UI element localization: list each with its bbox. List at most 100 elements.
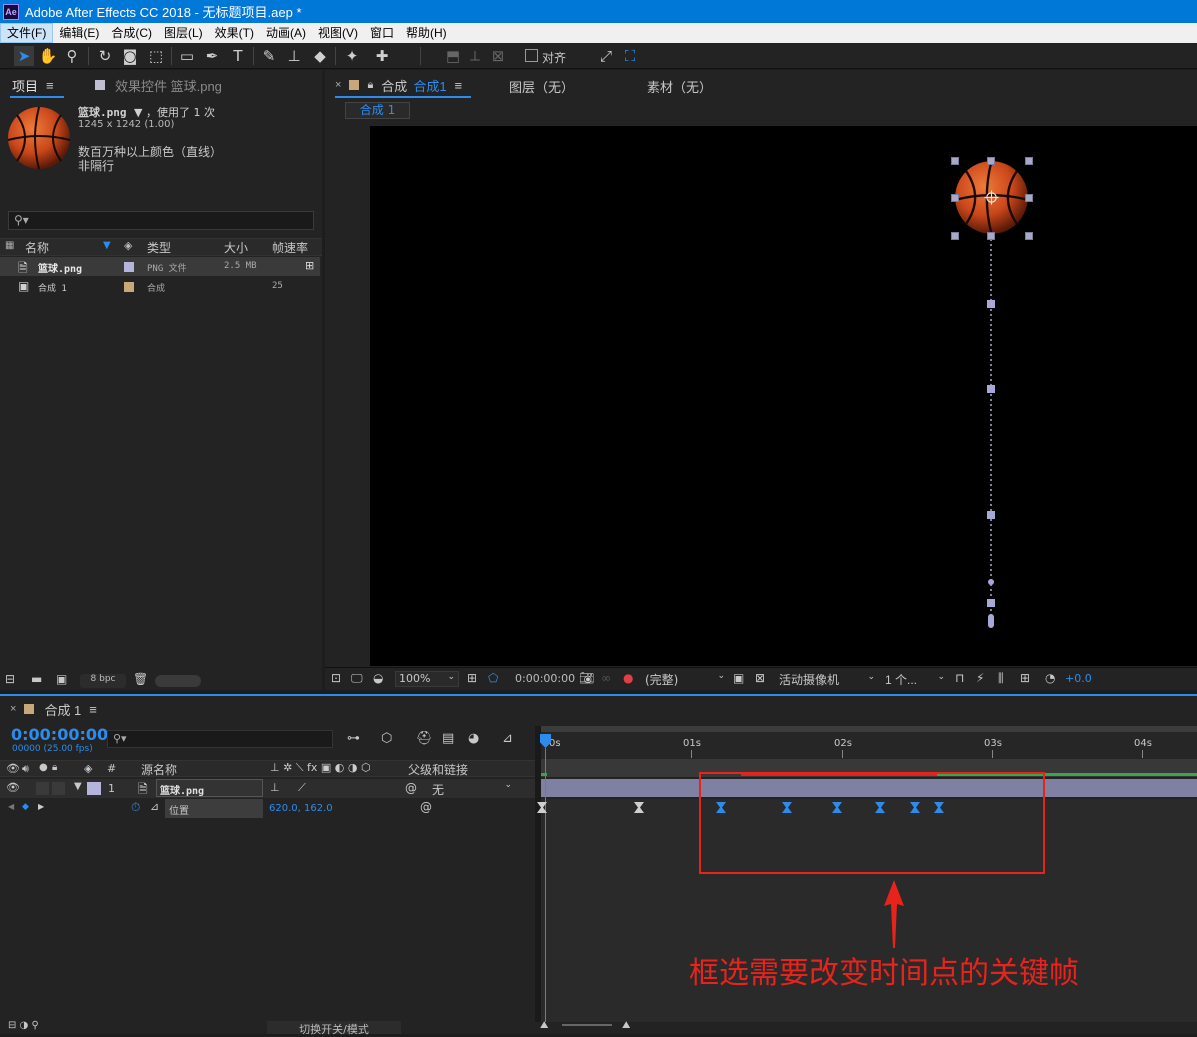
region-icon[interactable]: ▣: [733, 671, 744, 685]
column-name[interactable]: 名称: [25, 239, 49, 256]
views-select[interactable]: 1 个... ⌄: [885, 671, 947, 687]
timeline-search-input[interactable]: ⚲▾: [107, 730, 333, 748]
snap-checkbox[interactable]: [525, 49, 538, 62]
frame-blending-icon[interactable]: ▤: [442, 731, 454, 746]
menu-edit[interactable]: 编辑(E): [53, 23, 105, 43]
fast-preview-icon[interactable]: ⚡︎: [976, 671, 984, 685]
tab-comp-name[interactable]: 合成1: [413, 76, 446, 95]
bpc-button[interactable]: 8 bpc: [80, 674, 126, 688]
parent-select[interactable]: 无 ⌄: [428, 780, 516, 797]
menu-composition[interactable]: 合成(C): [105, 23, 158, 43]
project-item-row[interactable]: 🗎 篮球.png PNG 文件 2.5 MB ⊞: [0, 257, 320, 276]
label-swatch-icon[interactable]: [124, 282, 134, 292]
column-type[interactable]: 类型: [147, 239, 171, 256]
zoom-out-icon[interactable]: ⛰: [540, 1020, 548, 1031]
next-keyframe-icon[interactable]: ▶: [38, 802, 44, 811]
interpret-footage-icon[interactable]: ⊟: [5, 672, 15, 686]
time-ruler[interactable]: 0s 01s 02s 03s 04s: [541, 732, 1197, 759]
snapshot-icon[interactable]: 📷︎: [579, 671, 594, 685]
menu-window[interactable]: 窗口: [364, 23, 400, 43]
graph-icon[interactable]: ⊿: [150, 800, 159, 813]
visibility-eye-icon[interactable]: 👁︎: [6, 781, 20, 794]
snap-options-icon[interactable]: ⤢: [596, 46, 616, 66]
tab-timeline-comp[interactable]: 合成 1: [44, 700, 81, 719]
property-row[interactable]: ◀ ◆ ▶ ⏱ ⊿ 位置 620.0, 162.0 @: [0, 799, 535, 818]
motion-path-keyframe[interactable]: [987, 385, 995, 393]
layer-label-swatch[interactable]: [87, 782, 101, 795]
flowchart-icon[interactable]: ⊞: [305, 259, 314, 272]
world-axis-icon[interactable]: ⟂: [465, 46, 485, 66]
hand-tool-icon[interactable]: ✋: [38, 46, 58, 66]
layer-row[interactable]: 👁︎ ▼ 1 🗎 篮球.png ⊥ ⟋ @ 无 ⌄: [0, 779, 535, 798]
roto-brush-tool-icon[interactable]: ✦: [342, 46, 362, 66]
menu-file[interactable]: 文件(F): [0, 23, 54, 43]
tab-effect-controls[interactable]: 效果控件 篮球.png: [115, 76, 222, 95]
menu-view[interactable]: 视图(V): [312, 23, 364, 43]
channel-icon[interactable]: ●: [623, 671, 633, 685]
column-parent[interactable]: 父级和链接: [408, 761, 468, 778]
selection-tool-icon[interactable]: ➤: [14, 46, 34, 66]
panel-menu-icon[interactable]: ≡: [46, 78, 54, 93]
column-size[interactable]: 大小: [224, 239, 248, 256]
property-value[interactable]: 620.0, 162.0: [269, 803, 333, 814]
keyframe[interactable]: [537, 802, 547, 813]
graph-editor-icon[interactable]: ⊿: [502, 731, 513, 746]
snap-target-icon[interactable]: ⛶: [620, 46, 640, 66]
close-icon[interactable]: ×: [10, 703, 16, 715]
new-folder-icon[interactable]: ▬: [31, 672, 42, 686]
viewer-timecode[interactable]: 0:00:00:00: [515, 672, 575, 685]
tab-composition[interactable]: 合成: [381, 76, 407, 95]
rotate-tool-icon[interactable]: ↻: [95, 46, 115, 66]
mask-path-icon[interactable]: ⬠: [488, 671, 498, 685]
motion-path-keyframe[interactable]: [987, 511, 995, 519]
clone-stamp-tool-icon[interactable]: ⊥: [284, 46, 304, 66]
basketball-layer[interactable]: [954, 160, 1029, 235]
transform-handle[interactable]: [987, 157, 995, 165]
transform-handle[interactable]: [951, 232, 959, 240]
resolution-select[interactable]: (完整) ⌄: [645, 671, 727, 687]
expand-arrow-icon[interactable]: ▼: [74, 781, 82, 792]
menu-layer[interactable]: 图层(L): [158, 23, 209, 43]
transform-handle[interactable]: [951, 194, 959, 202]
reset-exposure-icon[interactable]: ◔: [1045, 671, 1055, 685]
keyframe-toggle-icon[interactable]: ◆: [22, 802, 29, 812]
layer-switches-icon[interactable]: ⊟ ◑ ⚲: [8, 1020, 39, 1031]
new-comp-icon[interactable]: ▣: [56, 672, 67, 686]
transform-handle[interactable]: [1025, 157, 1033, 165]
motion-blur-icon[interactable]: ◕: [468, 731, 479, 746]
sort-arrow-icon[interactable]: ▼: [103, 240, 111, 251]
prev-keyframe-icon[interactable]: ◀: [8, 802, 14, 811]
motion-path-keyframe[interactable]: [987, 599, 995, 607]
shy-switch-icon[interactable]: ⊥: [270, 781, 280, 794]
solo-toggle[interactable]: [36, 782, 49, 795]
mask-icon[interactable]: ◒: [373, 671, 383, 685]
label-swatch-icon[interactable]: [124, 262, 134, 272]
zoom-in-icon[interactable]: ⛰: [622, 1020, 630, 1031]
rectangle-tool-icon[interactable]: ▭: [177, 46, 197, 66]
composition-viewer[interactable]: [370, 126, 1197, 666]
pen-tool-icon[interactable]: ✒: [202, 46, 222, 66]
menu-animation[interactable]: 动画(A): [260, 23, 312, 43]
puppet-pin-tool-icon[interactable]: ✚: [372, 46, 392, 66]
tab-layer[interactable]: 图层（无）: [509, 77, 574, 96]
project-item-row[interactable]: ▣ 合成 1 合成 25: [0, 277, 320, 296]
keyframe[interactable]: [634, 802, 644, 813]
lock-toggle[interactable]: [52, 782, 65, 795]
layer-name-field[interactable]: 篮球.png: [156, 779, 263, 797]
draft-3d-icon[interactable]: ⬡: [381, 731, 392, 746]
toggle-pixel-icon[interactable]: ⊓: [955, 671, 964, 685]
panel-menu-icon[interactable]: ≡: [455, 78, 463, 93]
close-icon[interactable]: ×: [335, 79, 341, 91]
type-tool-icon[interactable]: T: [228, 46, 248, 66]
brush-tool-icon[interactable]: ✎: [259, 46, 279, 66]
pickwhip-icon[interactable]: @: [405, 781, 417, 795]
expression-spiral-icon[interactable]: @: [420, 800, 432, 814]
tab-footage[interactable]: 素材（无）: [647, 77, 712, 96]
motion-path-keyframe[interactable]: [988, 579, 994, 585]
local-axis-icon[interactable]: ⬒: [443, 46, 463, 66]
camera-select[interactable]: 活动摄像机 ⌄: [779, 671, 877, 687]
transparency-grid-icon[interactable]: ⊠: [755, 671, 765, 685]
show-snapshot-icon[interactable]: ∞: [601, 671, 611, 685]
tab-project[interactable]: 项目: [12, 76, 38, 95]
exposure-value[interactable]: +0.0: [1065, 672, 1092, 685]
